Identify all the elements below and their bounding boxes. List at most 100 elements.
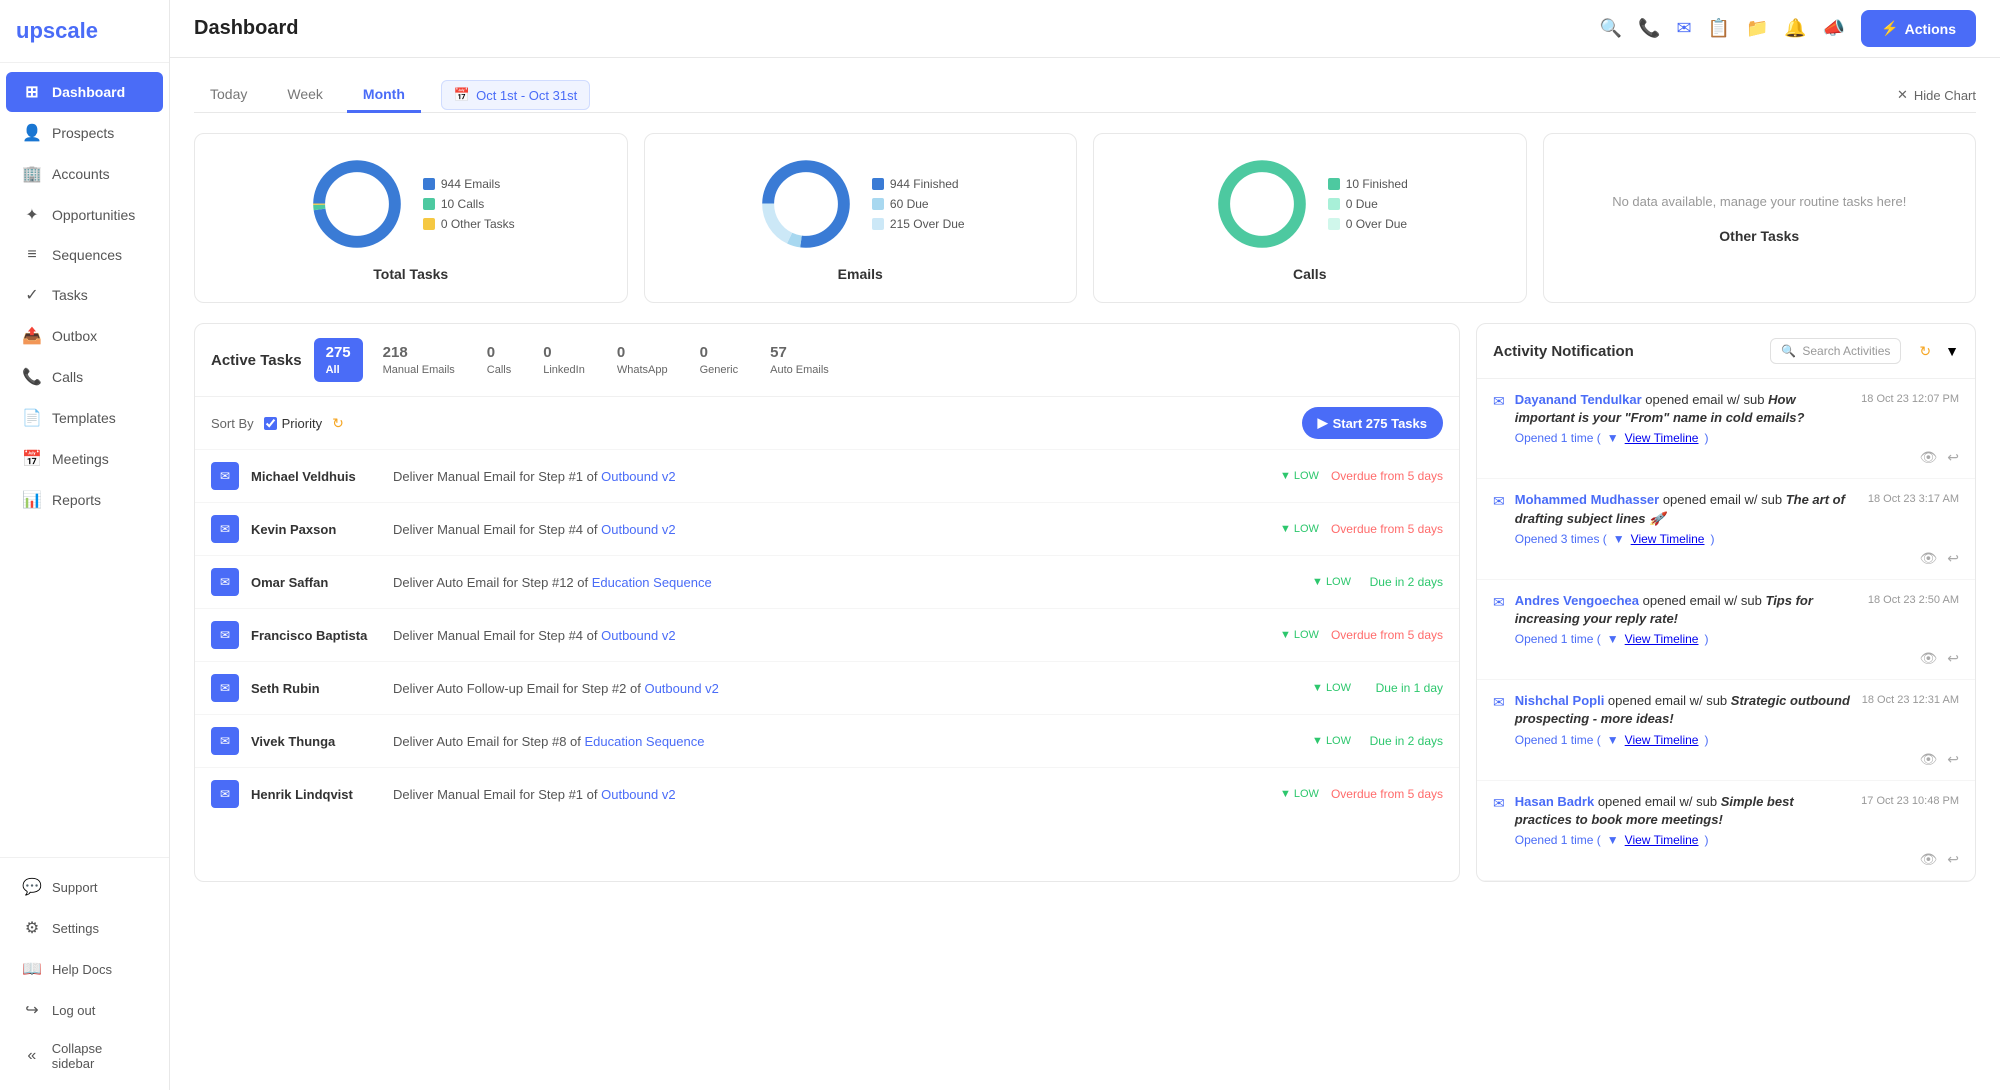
sidebar-item-label: Tasks	[52, 287, 88, 303]
task-row[interactable]: ✉ Kevin Paxson Deliver Manual Email for …	[195, 503, 1459, 556]
refresh-activity-icon[interactable]: ↻	[1919, 343, 1931, 360]
actions-bolt-icon: ⚡	[1881, 20, 1898, 37]
search-activities-placeholder: Search Activities	[1802, 344, 1890, 358]
chart-title-total: Total Tasks	[373, 266, 448, 282]
date-range-text: Oct 1st - Oct 31st	[476, 88, 577, 103]
activity-text: Hasan Badrk opened email w/ sub Simple b…	[1515, 793, 1851, 829]
period-tabs: Today Week Month 📅 Oct 1st - Oct 31st ✕ …	[194, 78, 1976, 113]
sidebar-item-tasks[interactable]: ✓ Tasks	[6, 275, 163, 315]
email-icon[interactable]: ✉	[1676, 18, 1691, 39]
refresh-icon[interactable]: ↻	[332, 415, 344, 432]
sidebar-item-opportunities[interactable]: ✦ Opportunities	[6, 195, 163, 235]
reply-icon[interactable]: ↩	[1947, 851, 1959, 868]
activity-row: ✉ Andres Vengoechea opened email w/ sub …	[1493, 592, 1959, 646]
activity-email-icon: ✉	[1493, 594, 1505, 646]
activity-timestamp: 18 Oct 23 3:17 AM	[1868, 491, 1959, 545]
donut-chart-calls	[1212, 154, 1312, 254]
view-icon[interactable]: 👁	[1919, 550, 1937, 567]
sidebar-item-calls[interactable]: 📞 Calls	[6, 357, 163, 397]
activity-text: Dayanand Tendulkar opened email w/ sub H…	[1515, 391, 1851, 427]
task-tab-calls[interactable]: 0 Calls	[475, 338, 523, 382]
sort-bar: Sort By Priority ↻ ▶ Start 275 Tasks	[195, 397, 1459, 450]
hide-chart-button[interactable]: ✕ Hide Chart	[1897, 87, 1976, 103]
reply-icon[interactable]: ↩	[1947, 751, 1959, 768]
task-row[interactable]: ✉ Michael Veldhuis Deliver Manual Email …	[195, 450, 1459, 503]
accounts-icon: 🏢	[22, 164, 42, 184]
chart-total-tasks: 944 Emails 10 Calls 0 Other Tasks Total …	[194, 133, 628, 303]
actions-button[interactable]: ⚡ Actions	[1861, 10, 1976, 47]
activity-row: ✉ Mohammed Mudhasser opened email w/ sub…	[1493, 491, 1959, 545]
view-icon[interactable]: 👁	[1919, 751, 1937, 768]
sidebar-item-support[interactable]: 💬 Support	[6, 867, 163, 907]
legend-dot-calls-finished	[1328, 178, 1340, 190]
priority-checkbox[interactable]	[264, 417, 277, 430]
sidebar-item-accounts[interactable]: 🏢 Accounts	[6, 154, 163, 194]
legend-emails: 944 Finished 60 Due 215 Over Due	[872, 177, 965, 231]
task-tab-manual-emails[interactable]: 218 Manual Emails	[371, 338, 467, 382]
date-range-picker[interactable]: 📅 Oct 1st - Oct 31st	[441, 80, 590, 110]
sidebar-item-collapse[interactable]: « Collapse sidebar	[6, 1031, 163, 1081]
sidebar-item-logout[interactable]: ↪ Log out	[6, 990, 163, 1030]
sidebar-item-outbox[interactable]: 📤 Outbox	[6, 316, 163, 356]
sidebar-item-templates[interactable]: 📄 Templates	[6, 398, 163, 438]
activity-row: ✉ Nishchal Popli opened email w/ sub Str…	[1493, 692, 1959, 746]
activity-row: ✉ Hasan Badrk opened email w/ sub Simple…	[1493, 793, 1959, 847]
task-row[interactable]: ✉ Vivek Thunga Deliver Auto Email for St…	[195, 715, 1459, 768]
activity-text: Nishchal Popli opened email w/ sub Strat…	[1515, 692, 1852, 728]
task-type-icon: ✉	[211, 727, 239, 755]
task-row[interactable]: ✉ Francisco Baptista Deliver Manual Emai…	[195, 609, 1459, 662]
task-tab-linkedin[interactable]: 0 LinkedIn	[531, 338, 597, 382]
phone-icon[interactable]: 📞	[1638, 18, 1660, 39]
sidebar-item-label: Outbox	[52, 328, 97, 344]
task-tab-whatsapp[interactable]: 0 WhatsApp	[605, 338, 680, 382]
task-tab-all[interactable]: 275 All	[314, 338, 363, 382]
activity-list: ✉ Dayanand Tendulkar opened email w/ sub…	[1477, 379, 1975, 881]
task-row[interactable]: ✉ Omar Saffan Deliver Auto Email for Ste…	[195, 556, 1459, 609]
bottom-row: Active Tasks 275 All 218 Manual Emails 0…	[194, 323, 1976, 882]
activity-content: Nishchal Popli opened email w/ sub Strat…	[1515, 692, 1852, 746]
bell-icon[interactable]: 🔔	[1784, 18, 1806, 39]
tab-week[interactable]: Week	[271, 78, 339, 113]
view-icon[interactable]: 👁	[1919, 449, 1937, 466]
sidebar-item-reports[interactable]: 📊 Reports	[6, 480, 163, 520]
search-activities-box[interactable]: 🔍 Search Activities	[1770, 338, 1901, 364]
sidebar-item-sequences[interactable]: ≡ Sequences	[6, 236, 163, 274]
reply-icon[interactable]: ↩	[1947, 650, 1959, 667]
view-icon[interactable]: 👁	[1919, 851, 1937, 868]
list-icon[interactable]: 📋	[1708, 18, 1730, 39]
tab-today[interactable]: Today	[194, 78, 263, 113]
task-tab-auto-emails[interactable]: 57 Auto Emails	[758, 338, 841, 382]
sidebar-nav: ⊞ Dashboard 👤 Prospects 🏢 Accounts ✦ Opp…	[0, 63, 169, 857]
search-icon[interactable]: 🔍	[1600, 18, 1622, 39]
task-due-date: Overdue from 5 days	[1331, 469, 1443, 483]
meetings-icon: 📅	[22, 449, 42, 469]
sidebar-item-dashboard[interactable]: ⊞ Dashboard	[6, 72, 163, 112]
task-person-name: Omar Saffan	[251, 575, 381, 590]
task-tab-generic[interactable]: 0 Generic	[688, 338, 751, 382]
sidebar-item-meetings[interactable]: 📅 Meetings	[6, 439, 163, 479]
filter-icon[interactable]: ▼	[1945, 343, 1959, 359]
activity-email-icon: ✉	[1493, 393, 1505, 445]
collapse-icon: «	[22, 1047, 42, 1065]
sidebar-item-settings[interactable]: ⚙ Settings	[6, 908, 163, 948]
sidebar-item-prospects[interactable]: 👤 Prospects	[6, 113, 163, 153]
sidebar-item-label: Help Docs	[52, 962, 112, 977]
sidebar-item-help[interactable]: 📖 Help Docs	[6, 949, 163, 989]
opportunities-icon: ✦	[22, 205, 42, 225]
start-tasks-button[interactable]: ▶ Start 275 Tasks	[1302, 407, 1443, 439]
activity-item: ✉ Nishchal Popli opened email w/ sub Str…	[1477, 680, 1975, 780]
activity-meta: Opened 1 time ( ▼ View Timeline )	[1515, 833, 1851, 847]
view-icon[interactable]: 👁	[1919, 650, 1937, 667]
folder-icon[interactable]: 📁	[1746, 18, 1768, 39]
tab-month[interactable]: Month	[347, 78, 421, 113]
task-type-icon: ✉	[211, 674, 239, 702]
task-row[interactable]: ✉ Henrik Lindqvist Deliver Manual Email …	[195, 768, 1459, 810]
reply-icon[interactable]: ↩	[1947, 449, 1959, 466]
legend-dot-overdue	[872, 218, 884, 230]
legend-item-due: 60 Due	[872, 197, 965, 211]
activity-item: ✉ Hasan Badrk opened email w/ sub Simple…	[1477, 781, 1975, 881]
reply-icon[interactable]: ↩	[1947, 550, 1959, 567]
no-data-text: No data available, manage your routine t…	[1612, 192, 1906, 212]
task-row[interactable]: ✉ Seth Rubin Deliver Auto Follow-up Emai…	[195, 662, 1459, 715]
megaphone-icon[interactable]: 📣	[1823, 18, 1845, 39]
